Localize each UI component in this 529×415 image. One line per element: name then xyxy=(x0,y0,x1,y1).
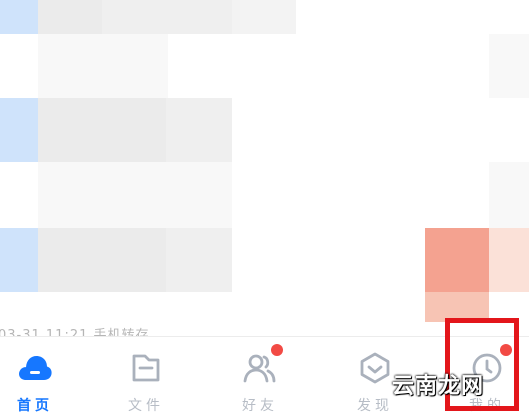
thumbnail-block xyxy=(489,228,529,292)
tab-files-label: 文件 xyxy=(128,398,164,414)
tab-friends-label: 好友 xyxy=(242,398,278,414)
tab-home-label: 首页 xyxy=(17,398,53,414)
list-thumbnail[interactable] xyxy=(0,228,38,292)
list-thumbnail[interactable] xyxy=(0,98,38,162)
list-thumbnail[interactable] xyxy=(0,0,38,34)
list-item-block xyxy=(166,228,232,292)
thumbnail-block xyxy=(425,228,489,292)
tab-files[interactable]: 文件 xyxy=(106,337,186,414)
folder-icon xyxy=(128,350,164,386)
tab-discover-label: 发现 xyxy=(357,398,393,414)
tab-home[interactable]: 首页 xyxy=(0,337,75,414)
list-item-block xyxy=(38,34,168,98)
friends-icon xyxy=(242,344,283,386)
friends-notification-badge xyxy=(271,344,283,356)
list-item-block xyxy=(102,98,166,162)
list-item-block xyxy=(102,228,166,292)
watermark-text: 云南龙网 xyxy=(392,374,485,399)
list-item[interactable] xyxy=(38,228,102,292)
discover-icon xyxy=(357,350,393,386)
tab-friends[interactable]: 好友 xyxy=(220,337,300,414)
thumbnail-block xyxy=(489,162,529,228)
cloud-icon xyxy=(17,350,53,386)
list-item[interactable] xyxy=(38,98,102,162)
list-item-block xyxy=(102,0,232,34)
thumbnail-block xyxy=(489,34,529,98)
list-item-block xyxy=(38,162,232,228)
list-item-block xyxy=(232,0,296,34)
list-item[interactable] xyxy=(38,0,102,34)
list-item-block xyxy=(166,98,232,162)
